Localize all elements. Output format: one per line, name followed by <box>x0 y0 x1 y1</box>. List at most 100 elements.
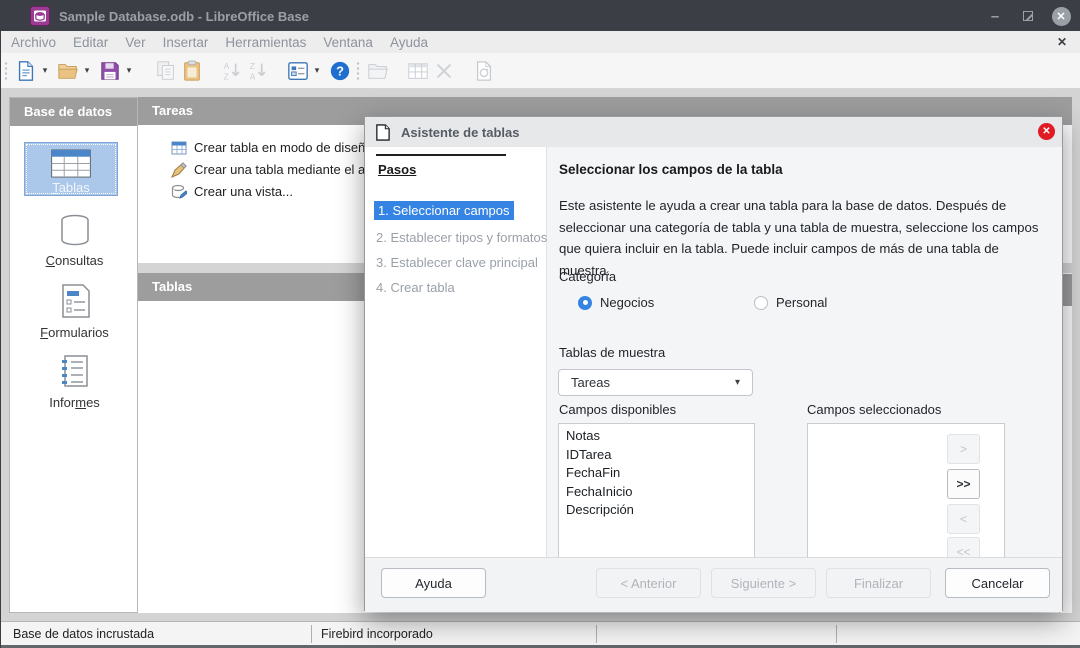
back-button: < Anterior <box>596 568 701 598</box>
wizard-wand-icon <box>171 161 187 178</box>
field-item[interactable]: IDTarea <box>559 446 754 465</box>
sort-descending-icon: Z A <box>250 62 266 81</box>
save-dropdown-arrow[interactable]: ▾ <box>123 65 135 76</box>
selected-fields-label: Campos seleccionados <box>807 402 942 417</box>
minimize-button[interactable]: – <box>984 1 1006 31</box>
paste-icon <box>184 59 200 81</box>
move-left-button: < <box>947 504 980 534</box>
status-divider <box>836 625 837 643</box>
svg-text:Z: Z <box>224 72 229 81</box>
sidebar-item-informes[interactable]: Informes <box>10 354 139 410</box>
radio-personal[interactable]: Personal <box>754 295 827 310</box>
sidebar-item-label: Consultas <box>45 253 104 268</box>
sidebar-item-tablas[interactable]: Tablas <box>24 142 118 196</box>
paste-button[interactable] <box>179 57 205 85</box>
available-fields-listbox[interactable]: Notas IDTarea FechaFin FechaInicio Descr… <box>558 423 755 577</box>
help-icon: ? <box>330 61 350 80</box>
new-document-dropdown-arrow[interactable]: ▾ <box>39 65 51 76</box>
radio-unselected-icon[interactable] <box>754 295 768 310</box>
field-item[interactable]: Descripción <box>559 501 754 520</box>
svg-text:A: A <box>250 72 256 81</box>
database-sidebar: Base de datos Tablas Consultas Formulari… <box>9 97 138 613</box>
field-item[interactable]: FechaInicio <box>559 483 754 502</box>
dropdown-value: Tareas <box>571 375 611 390</box>
save-button[interactable] <box>97 57 123 85</box>
close-icon: ✕ <box>1051 6 1071 26</box>
field-item[interactable]: FechaFin <box>559 464 754 483</box>
chevron-down-icon: ▾ <box>734 377 740 388</box>
copy-icon <box>157 60 174 80</box>
menu-ventana[interactable]: Ventana <box>323 35 373 50</box>
window-close-button[interactable]: ✕ <box>1049 1 1073 31</box>
form-view-icon <box>288 61 308 80</box>
new-document-button[interactable] <box>13 57 39 85</box>
menu-insertar[interactable]: Insertar <box>163 35 209 50</box>
help-button[interactable]: ? <box>327 57 353 85</box>
sidebar-item-label: Formularios <box>40 325 109 340</box>
dialog-title: Asistente de tablas <box>401 124 520 140</box>
step-2-set-types: 2. Establecer tipos y formatos <box>376 230 548 245</box>
document-close-button[interactable]: ✕ <box>1057 31 1067 53</box>
sort-descending-button: Z A <box>245 57 271 85</box>
maximize-button[interactable] <box>1017 1 1039 31</box>
sidebar-item-label: Informes <box>49 395 100 410</box>
wizard-content: Seleccionar los campos de la tabla Este … <box>547 147 1064 577</box>
refresh-document-icon <box>476 60 492 81</box>
dialog-titlebar[interactable]: Asistente de tablas ✕ <box>365 117 1062 147</box>
delete-x-icon <box>436 63 452 78</box>
table-design-icon <box>171 141 187 154</box>
new-document-icon <box>18 60 34 81</box>
status-divider <box>311 625 312 643</box>
open-database-object-button <box>365 57 391 85</box>
sample-tables-dropdown[interactable]: Tareas ▾ <box>558 369 753 396</box>
application-window: Sample Database.odb - LibreOffice Base –… <box>0 0 1080 648</box>
save-icon <box>101 61 119 80</box>
next-button: Siguiente > <box>711 568 816 598</box>
menu-herramientas[interactable]: Herramientas <box>225 35 306 50</box>
sidebar-item-consultas[interactable]: Consultas <box>10 214 139 268</box>
maximize-icon <box>1023 11 1033 21</box>
sample-tables-label: Tablas de muestra <box>559 345 666 360</box>
open-button[interactable] <box>55 57 81 85</box>
page-title: Seleccionar los campos de la tabla <box>559 162 783 177</box>
category-label: Categoría <box>559 269 617 284</box>
field-item[interactable]: Notas <box>559 427 754 446</box>
folder-disabled-icon <box>368 63 388 79</box>
help-button[interactable]: Ayuda <box>381 568 486 598</box>
table-wizard-dialog: Asistente de tablas ✕ Pasos 1. Seleccion… <box>364 116 1064 612</box>
svg-text:Z: Z <box>250 62 255 71</box>
menu-archivo[interactable]: Archivo <box>11 35 56 50</box>
radio-selected-icon[interactable] <box>578 295 592 310</box>
toolbar: ▾ ▾ ▾ A Z Z A ▾ ? <box>1 53 1080 89</box>
status-divider <box>596 625 597 643</box>
move-all-right-button[interactable]: >> <box>947 469 980 499</box>
radio-business[interactable]: Negocios <box>578 295 654 310</box>
open-folder-icon <box>58 63 78 79</box>
step-1-select-fields[interactable]: 1. Seleccionar campos <box>374 201 514 220</box>
view-icon <box>171 184 187 199</box>
toolbar-drag-handle[interactable] <box>4 60 8 81</box>
statusbar: Base de datos incrustada Firebird incorp… <box>1 621 1080 645</box>
toolbar-drag-handle[interactable] <box>356 60 360 81</box>
dialog-close-button[interactable]: ✕ <box>1038 123 1055 140</box>
forms-icon <box>61 284 90 318</box>
open-dropdown-arrow[interactable]: ▾ <box>81 65 93 76</box>
sort-ascending-button: A Z <box>219 57 245 85</box>
menu-ver[interactable]: Ver <box>125 35 145 50</box>
sidebar-header: Base de datos <box>10 98 137 126</box>
step-4-create-table: 4. Crear tabla <box>376 280 455 295</box>
sidebar-item-formularios[interactable]: Formularios <box>10 284 139 340</box>
menu-editar[interactable]: Editar <box>73 35 108 50</box>
form-view-dropdown-arrow[interactable]: ▾ <box>311 65 323 76</box>
menu-ayuda[interactable]: Ayuda <box>390 35 428 50</box>
form-view-button[interactable] <box>285 57 311 85</box>
copy-button <box>153 57 179 85</box>
move-right-button: > <box>947 434 980 464</box>
minimize-icon: – <box>990 7 1000 25</box>
wizard-steps-pane: Pasos 1. Seleccionar campos 2. Establece… <box>365 147 547 557</box>
sidebar-item-label: Tablas <box>52 180 90 195</box>
titlebar: Sample Database.odb - LibreOffice Base –… <box>1 1 1080 31</box>
libreoffice-base-icon <box>30 6 50 26</box>
radio-business-label: Negocios <box>600 295 655 310</box>
cancel-button[interactable]: Cancelar <box>945 568 1050 598</box>
